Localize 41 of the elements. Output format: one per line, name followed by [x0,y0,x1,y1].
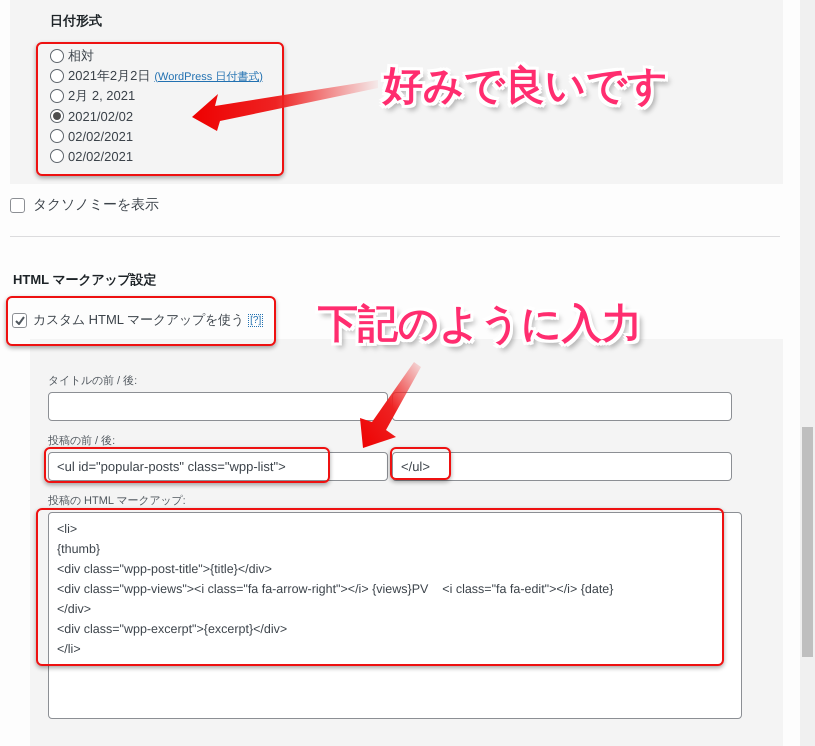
code-line: <li> [57,521,78,538]
checkmark-icon [14,316,24,324]
code-line: <div class="wpp-post-title">{title}</div> [57,561,273,578]
field-label: 投稿の HTML マークアップ: [48,495,187,507]
option-label: 相対 [68,47,94,65]
option-label: 02/02/2021 [68,128,134,144]
annotation-text: 好みで良いです [383,63,668,110]
annotation-text: 下記のように入力 [318,301,642,348]
radio-button[interactable] [50,129,64,143]
option-label: 02/02/2021 [68,148,134,164]
markup-textarea[interactable] [48,512,742,719]
input-field[interactable] [48,392,388,421]
radio-button[interactable] [50,49,64,63]
help-link[interactable]: (WordPress 日付書式) [154,68,263,84]
code-line: <div class="wpp-views"><i class="fa fa-arrow-right"></i> {views}PV <i class="fa fa-edit"></i> {date} [57,581,614,598]
input-field[interactable]: <ul id="popular-posts" class="wpp-list"> [48,452,388,481]
field-label: タイトルの前 / 後: [48,375,138,387]
input-field[interactable]: </ul> [392,452,732,481]
option-label: 2021/02/02 [68,108,134,124]
highlight-frame [390,447,451,480]
scrollbar-thumb[interactable] [802,427,813,657]
section-heading: 日付形式 [50,12,103,30]
help-link[interactable]: [?] [248,314,264,326]
code-line: <div class="wpp-excerpt">{excerpt}</div> [57,621,288,638]
code-line: </li> [57,641,82,658]
checkbox[interactable] [10,198,25,212]
option-label: 2021年2月2日 [68,67,150,85]
checkbox[interactable] [12,312,27,328]
option-label: 2月 2, 2021 [68,87,136,105]
scrollbar[interactable] [800,0,815,746]
section-heading: HTML マークアップ設定 [13,271,158,289]
input-field[interactable] [392,392,732,421]
radio-button[interactable] [50,149,64,163]
checkbox-label: カスタム HTML マークアップを使う [33,311,244,329]
code-line: {thumb} [57,541,102,558]
field-label: 投稿の前 / 後: [48,435,116,447]
radio-button[interactable] [50,69,64,83]
code-line: </div> [57,601,92,618]
radio-button[interactable] [50,109,64,123]
checkbox-label: タクソノミーを表示 [33,196,159,214]
radio-button[interactable] [50,89,64,103]
